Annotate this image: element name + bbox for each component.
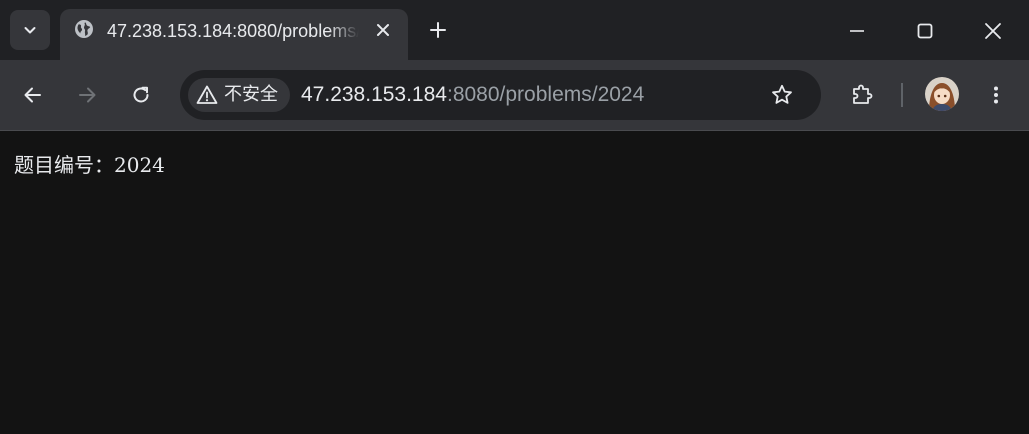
reload-icon xyxy=(133,86,149,103)
extensions-button[interactable] xyxy=(842,75,882,115)
globe-icon xyxy=(75,20,93,38)
close-icon xyxy=(377,24,389,36)
forward-button[interactable] xyxy=(67,75,107,115)
tab-title: 47.238.153.184:8080/problems/2024 xyxy=(107,21,359,41)
toolbar-separator xyxy=(901,83,903,107)
tab-strip: 47.238.153.184:8080/problems/2024 xyxy=(0,0,1029,60)
new-tab-button[interactable] xyxy=(422,14,454,46)
chevron-down-icon xyxy=(24,27,36,34)
tab-close-button[interactable] xyxy=(370,17,396,43)
tab-active[interactable]: 47.238.153.184:8080/problems/2024 xyxy=(60,9,408,60)
url-path: :8080/problems/2024 xyxy=(446,83,645,106)
page-content: 题目编号：2024 xyxy=(0,131,1029,434)
close-icon xyxy=(985,23,1001,39)
star-icon xyxy=(772,84,792,104)
maximize-icon xyxy=(917,23,933,39)
profile-avatar-button[interactable] xyxy=(925,77,959,111)
security-label: 不安全 xyxy=(224,84,278,105)
url-text[interactable]: 47.238.153.184:8080/problems/2024 xyxy=(301,82,644,108)
minimize-icon xyxy=(850,30,864,32)
problem-number-text: 题目编号：2024 xyxy=(14,153,165,177)
toolbar: 不安全 47.238.153.184:8080/problems/2024 xyxy=(0,60,1029,130)
bookmark-button[interactable] xyxy=(766,79,798,111)
puzzle-icon xyxy=(853,84,873,104)
arrow-left-icon xyxy=(24,87,41,103)
warning-triangle-icon xyxy=(196,84,218,106)
avatar xyxy=(925,77,959,111)
url-host: 47.238.153.184 xyxy=(301,83,447,106)
minimize-button[interactable] xyxy=(834,8,880,54)
tab-search-button[interactable] xyxy=(10,10,50,50)
arrow-right-icon xyxy=(79,87,96,103)
plus-icon xyxy=(430,22,446,38)
browser-window: 47.238.153.184:8080/problems/2024 xyxy=(0,0,1029,434)
back-button[interactable] xyxy=(13,75,53,115)
address-bar[interactable]: 不安全 47.238.153.184:8080/problems/2024 xyxy=(180,70,821,120)
reload-button[interactable] xyxy=(121,75,161,115)
security-chip[interactable]: 不安全 xyxy=(188,78,290,112)
menu-button[interactable] xyxy=(976,75,1016,115)
kebab-menu-icon xyxy=(994,86,998,104)
maximize-button[interactable] xyxy=(902,8,948,54)
window-close-button[interactable] xyxy=(970,8,1016,54)
